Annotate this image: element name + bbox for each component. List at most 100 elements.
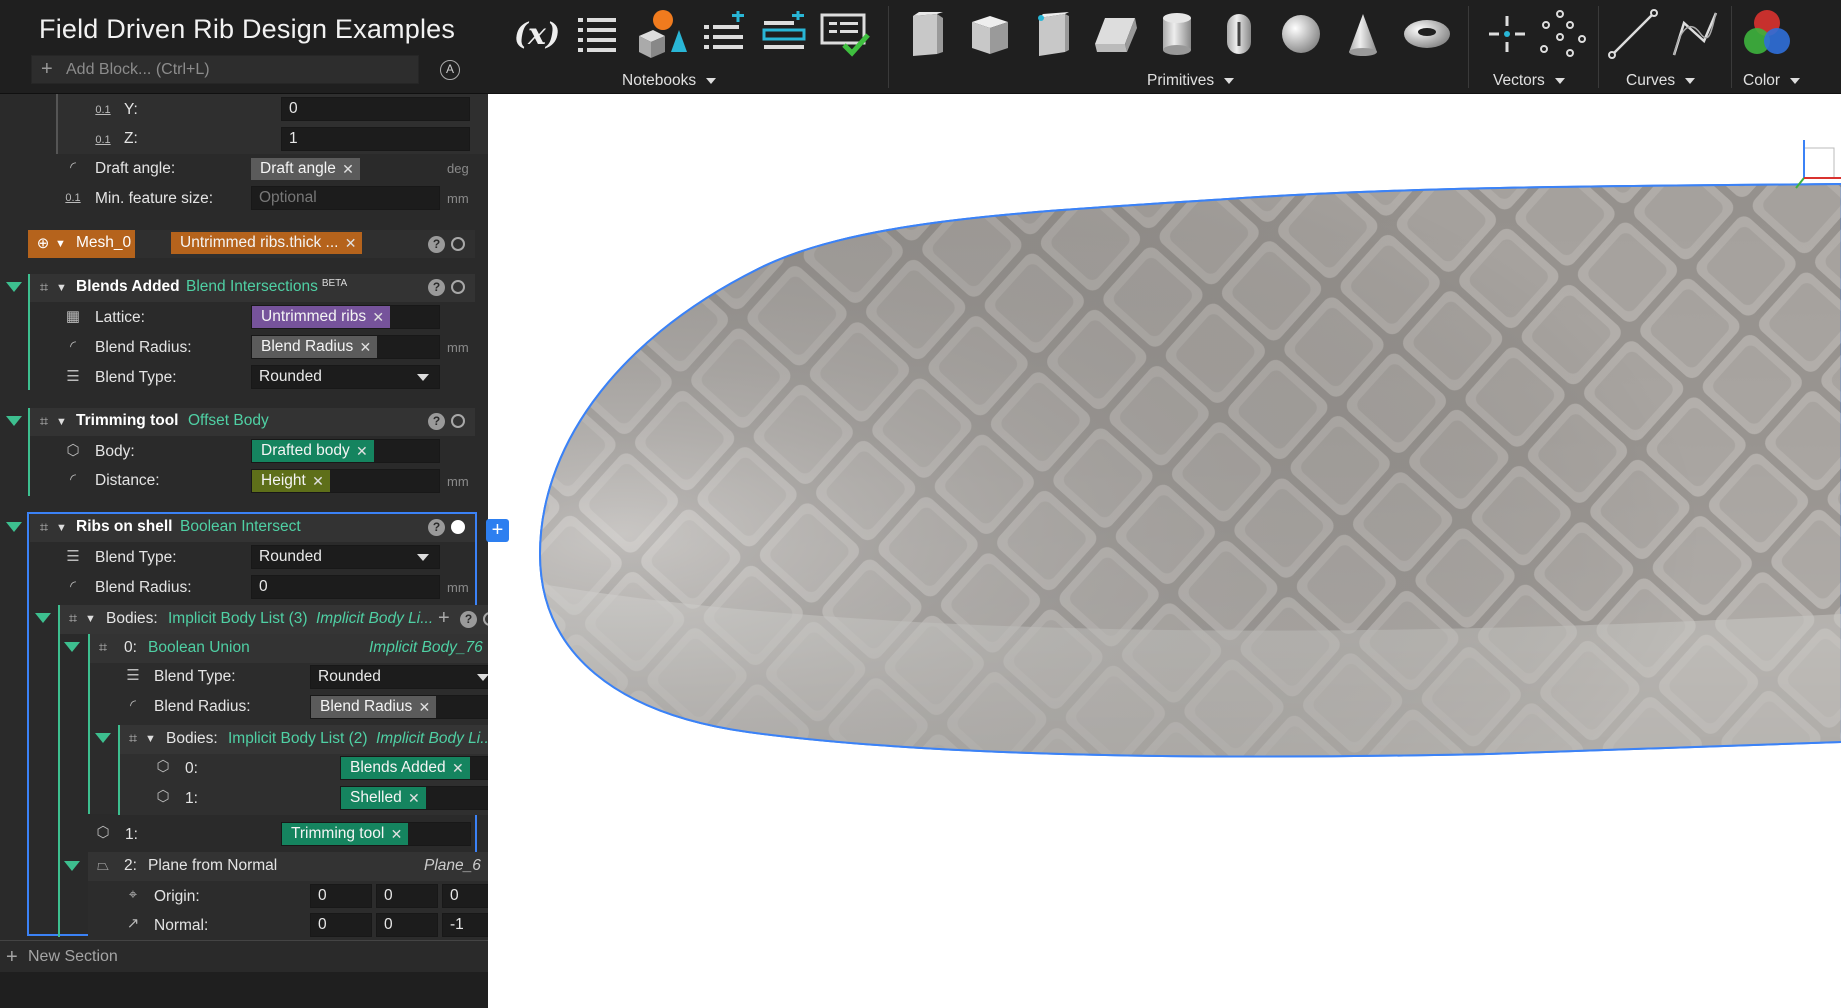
blends-block-header[interactable]: ⌗ ▼ Blends Added Blend Intersections BETA… bbox=[30, 274, 475, 302]
item1-field[interactable]: Trimming tool ✕ bbox=[281, 822, 471, 846]
mesh-block-badge[interactable]: ⊕ ▼ Mesh_0 bbox=[28, 230, 135, 258]
blend-type-select[interactable]: Rounded bbox=[251, 545, 440, 569]
collapse-triangle-icon[interactable] bbox=[64, 642, 80, 652]
validate-icon[interactable] bbox=[818, 8, 872, 60]
distance-tag[interactable]: Height ✕ bbox=[252, 470, 330, 492]
capsule-icon[interactable] bbox=[1212, 8, 1266, 60]
number-icon: 0.1 bbox=[95, 104, 111, 116]
body-icon: ⬡ bbox=[156, 788, 170, 805]
cylinder-icon[interactable] bbox=[1150, 8, 1204, 60]
help-icon[interactable]: ? bbox=[428, 519, 445, 536]
vectors-menu[interactable]: Vectors bbox=[1493, 72, 1565, 90]
blend-radius-tag[interactable]: Blend Radius ✕ bbox=[252, 336, 378, 358]
help-icon[interactable]: ? bbox=[428, 279, 445, 296]
new-section-button[interactable]: + New Section bbox=[0, 940, 488, 972]
add-shapes-icon[interactable] bbox=[634, 8, 688, 60]
collapse-triangle-icon[interactable] bbox=[35, 613, 51, 623]
ribbed-shell-model[interactable] bbox=[488, 94, 1841, 1008]
bodies-list-header[interactable]: ⌗ ▼ Bodies: Implicit Body List (3) Impli… bbox=[60, 605, 488, 634]
shelled-tag[interactable]: Shelled ✕ bbox=[341, 787, 426, 809]
color-menu[interactable]: Color bbox=[1743, 72, 1801, 90]
trimming-block-header[interactable]: ⌗ ▼ Trimming tool Offset Body ? bbox=[30, 408, 475, 436]
collapse-triangle-icon[interactable] bbox=[95, 733, 111, 743]
blend-radius-field[interactable]: Blend Radius ✕ bbox=[310, 695, 488, 719]
blend-radius-label: Blend Radius: bbox=[95, 579, 192, 596]
chevron-down-icon: ▼ bbox=[85, 613, 96, 625]
visibility-toggle[interactable] bbox=[451, 520, 465, 534]
min-feature-input[interactable]: Optional bbox=[251, 186, 440, 210]
blend-radius-input[interactable]: 0 bbox=[251, 575, 440, 599]
visibility-toggle[interactable] bbox=[451, 280, 465, 294]
body-tag[interactable]: Drafted body ✕ bbox=[252, 440, 374, 462]
notebooks-menu[interactable]: Notebooks bbox=[622, 72, 717, 90]
ribs-block-header[interactable]: ⌗ ▼ Ribs on shell Boolean Intersect ? bbox=[30, 514, 475, 542]
distance-field[interactable]: Height ✕ bbox=[251, 469, 440, 493]
sub-bodies-header[interactable]: ⌗ ▼ Bodies: Implicit Body List (2) Impli… bbox=[120, 725, 488, 754]
ribs-block-type: Boolean Intersect bbox=[180, 518, 301, 535]
origin-x-input[interactable]: 0 bbox=[310, 884, 372, 908]
lattice-icon: ▦ bbox=[65, 308, 81, 325]
normal-z-input[interactable]: -1 bbox=[442, 913, 488, 937]
torus-icon[interactable] bbox=[1400, 8, 1454, 60]
origin-z-input[interactable]: 0 bbox=[442, 884, 488, 908]
view-cube-icon[interactable] bbox=[1784, 134, 1841, 194]
collapse-triangle-icon[interactable] bbox=[64, 861, 80, 871]
visibility-toggle[interactable] bbox=[451, 414, 465, 428]
mesh-input-tag[interactable]: Untrimmed ribs.thick ... ✕ bbox=[171, 232, 363, 254]
lattice-tag[interactable]: Untrimmed ribs ✕ bbox=[252, 306, 391, 328]
body-field[interactable]: Drafted body ✕ bbox=[251, 439, 440, 463]
variable-icon[interactable]: (x) bbox=[510, 8, 564, 60]
auto-update-icon[interactable]: A bbox=[440, 60, 460, 80]
blend-radius-tag[interactable]: Blend Radius ✕ bbox=[311, 696, 437, 718]
3d-viewport[interactable] bbox=[488, 94, 1841, 1008]
list-icon[interactable] bbox=[570, 8, 624, 60]
sub1-field[interactable]: Shelled ✕ bbox=[340, 786, 488, 810]
normal-y-input[interactable]: 0 bbox=[376, 913, 438, 937]
sphere-icon[interactable] bbox=[1274, 8, 1328, 60]
blends-added-tag[interactable]: Blends Added ✕ bbox=[341, 757, 470, 779]
visibility-toggle[interactable] bbox=[451, 237, 465, 251]
point-cloud-icon[interactable] bbox=[1536, 8, 1590, 60]
curves-menu[interactable]: Curves bbox=[1626, 72, 1696, 90]
collapse-triangle-icon[interactable] bbox=[6, 282, 22, 292]
help-icon[interactable]: ? bbox=[428, 413, 445, 430]
box-icon[interactable] bbox=[900, 8, 954, 60]
normal-x-input[interactable]: 0 bbox=[310, 913, 372, 937]
polyline-icon[interactable] bbox=[1668, 8, 1722, 60]
cone-icon[interactable] bbox=[1336, 8, 1390, 60]
add-section-icon[interactable] bbox=[758, 8, 812, 60]
item2-header[interactable]: ⏢ 2: Plane from Normal Plane_6 ? bbox=[88, 852, 488, 881]
item0-header[interactable]: ⌗ 0: Boolean Union Implicit Body_76 ? bbox=[90, 634, 488, 663]
lattice-field[interactable]: Untrimmed ribs ✕ bbox=[251, 305, 440, 329]
color-icon[interactable] bbox=[1738, 8, 1792, 60]
help-icon[interactable]: ? bbox=[460, 611, 477, 628]
blend-radius-field[interactable]: Blend Radius ✕ bbox=[251, 335, 440, 359]
cube-icon[interactable] bbox=[963, 8, 1017, 60]
add-block-after-button[interactable]: + bbox=[486, 519, 509, 542]
collapse-triangle-icon[interactable] bbox=[6, 522, 22, 532]
origin-y-input[interactable]: 0 bbox=[376, 884, 438, 908]
point-icon[interactable] bbox=[1480, 8, 1534, 60]
add-block-input[interactable]: + Add Block... (Ctrl+L) bbox=[31, 55, 419, 84]
draft-angle-tag[interactable]: Draft angle ✕ bbox=[251, 158, 360, 180]
add-item-icon[interactable]: + bbox=[438, 607, 450, 630]
box-corner-icon[interactable] bbox=[1026, 8, 1080, 60]
blends-block-name: Blends Added bbox=[76, 278, 180, 295]
sub0-field[interactable]: Blends Added ✕ bbox=[340, 756, 488, 780]
blend-type-select[interactable]: Rounded bbox=[310, 665, 488, 689]
z-input[interactable]: 1 bbox=[281, 127, 470, 151]
draft-angle-field[interactable]: Draft angle ✕ bbox=[251, 156, 440, 180]
collapse-triangle-icon[interactable] bbox=[6, 416, 22, 426]
line-icon[interactable] bbox=[1606, 8, 1660, 60]
y-input[interactable]: 0 bbox=[281, 97, 470, 121]
normal-label: Normal: bbox=[154, 917, 209, 934]
help-icon[interactable]: ? bbox=[428, 236, 445, 253]
toolbar-separator bbox=[1468, 6, 1469, 88]
remove-icon: ✕ bbox=[359, 339, 372, 355]
bodies-label: Bodies: bbox=[106, 610, 158, 627]
trimming-tool-tag[interactable]: Trimming tool ✕ bbox=[282, 823, 409, 845]
slab-icon[interactable] bbox=[1088, 8, 1142, 60]
add-list-icon[interactable] bbox=[698, 8, 752, 60]
blend-type-select[interactable]: Rounded bbox=[251, 365, 440, 389]
primitives-menu[interactable]: Primitives bbox=[1147, 72, 1235, 90]
